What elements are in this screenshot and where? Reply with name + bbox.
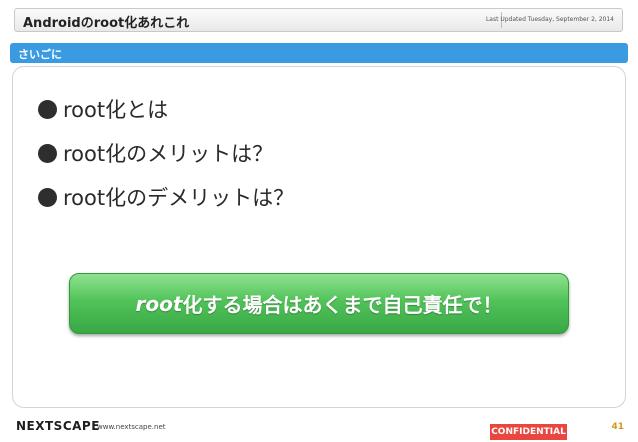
slide-title: Androidのroot化あれこれ — [23, 16, 190, 31]
bullet-text: root化のメリットは？ — [63, 142, 274, 166]
section-header-bar: さいごに — [10, 43, 628, 63]
page-number: 41 — [611, 422, 624, 432]
callout-emphasis: root — [135, 291, 183, 316]
last-updated-date: Last Updated Tuesday, September 2, 2014 — [485, 16, 614, 23]
confidential-badge: CONFIDENTIAL — [490, 424, 567, 440]
section-label: さいごに — [18, 48, 62, 61]
bullet-item: root化とは — [38, 87, 294, 131]
bullet-item: root化のメリットは？ — [38, 131, 294, 175]
bullet-dot-icon — [38, 143, 57, 163]
bullet-list: root化とは root化のメリットは？ root化のデメリットは？ — [38, 87, 294, 219]
callout-button[interactable]: root 化する場合はあくまで自己責任で！ — [69, 273, 569, 334]
slide-header-bar: Androidのroot化あれこれ Last Updated Tuesday, … — [14, 8, 623, 32]
footer-url[interactable]: www.nextscape.net — [97, 423, 166, 431]
bullet-text: root化のデメリットは？ — [63, 186, 295, 210]
bullet-item: root化のデメリットは？ — [38, 175, 294, 219]
company-logo: NEXTSCAPE — [16, 419, 100, 433]
bullet-text: root化とは — [63, 98, 169, 122]
callout-text: 化する場合はあくまで自己責任で！ — [182, 293, 503, 317]
bullet-dot-icon — [38, 187, 57, 207]
bullet-dot-icon — [38, 99, 57, 119]
